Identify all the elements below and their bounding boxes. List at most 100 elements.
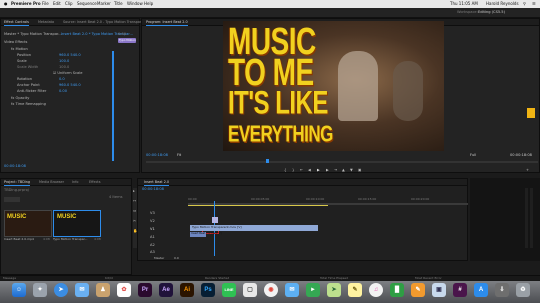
timeline-clip-v1[interactable]: Typo Motion Transparent.mov [V] <box>190 225 318 231</box>
fx-motion[interactable]: fx Motion <box>11 47 28 52</box>
timeline-timecode[interactable]: 00:00:18:08 <box>142 187 164 192</box>
ec-timecode[interactable]: 00:00:18:08 <box>4 164 26 169</box>
track-v1[interactable]: V1 <box>150 227 155 232</box>
add-button-icon[interactable]: + <box>526 168 529 173</box>
row-anchor-value[interactable]: 960.0 540.0 <box>59 83 81 88</box>
fx-opacity[interactable]: fx Opacity <box>11 96 29 101</box>
after-effects-icon[interactable]: Ae <box>159 283 173 297</box>
razor-tool-icon[interactable]: ✂ <box>133 219 136 224</box>
facetime-icon[interactable]: ► <box>306 283 320 297</box>
app-menu[interactable]: Premiere Pro <box>11 2 41 6</box>
apple-icon[interactable]: ● <box>4 2 8 6</box>
row-scale-width-value[interactable]: 100.0 <box>59 65 69 70</box>
tab-info[interactable]: Info <box>72 180 78 184</box>
list-icon[interactable]: ☰ <box>532 2 536 6</box>
ec-playhead[interactable] <box>112 51 114 161</box>
tab-effect-controls[interactable]: Effect Controls <box>4 20 29 26</box>
work-area-bar[interactable] <box>188 205 328 206</box>
project-search-input[interactable] <box>4 197 20 202</box>
launchpad-icon[interactable]: ✦ <box>33 283 47 297</box>
menu-user[interactable]: Harold Reynolds <box>486 2 519 6</box>
illustrator-icon[interactable]: Ai <box>180 283 194 297</box>
camera-icon[interactable]: ▣ <box>358 168 361 173</box>
menu-window[interactable]: Window <box>127 2 143 6</box>
play-icon[interactable]: ▶ <box>317 168 320 173</box>
go-to-out-icon[interactable]: ⇥ <box>334 168 337 173</box>
row-rotation-value[interactable]: 0.0 <box>59 77 65 82</box>
contacts-icon[interactable]: ♟ <box>96 283 110 297</box>
safari-icon[interactable]: ➤ <box>54 283 68 297</box>
pages-icon[interactable]: ✎ <box>411 283 425 297</box>
ripple-tool-icon[interactable]: ⇔ <box>133 209 136 214</box>
tab-timeline[interactable]: Insert Beat 2.0 <box>144 180 170 186</box>
program-timecode-left[interactable]: 00:00:18:08 <box>146 153 168 158</box>
bin-label-1[interactable]: Insert Beat 2.0.mp4 <box>4 238 34 241</box>
photos-icon[interactable]: ✿ <box>117 283 131 297</box>
bin-thumb-2[interactable]: MUSIC <box>53 210 101 237</box>
tab-project[interactable]: Project: TBDing <box>4 180 31 186</box>
program-playhead[interactable] <box>266 159 269 163</box>
track-a1[interactable]: A1 <box>150 235 155 240</box>
menu-file[interactable]: File <box>42 2 49 6</box>
chrome-icon[interactable]: ◉ <box>264 283 278 297</box>
step-back-icon[interactable]: ◀ <box>308 168 311 173</box>
tab-program[interactable]: Program: Insert Beat 2.0 <box>146 20 188 26</box>
program-video-frame[interactable]: MUSIC TO ME IT'S LIKE EVERYTHING <box>223 21 444 151</box>
downloads-icon[interactable]: ⇩ <box>495 283 509 297</box>
search-icon[interactable]: ⚲ <box>523 2 526 6</box>
notes-icon[interactable]: ✎ <box>348 283 362 297</box>
master-value[interactable]: 0.0 <box>174 257 179 260</box>
menu-title[interactable]: Title <box>114 2 123 6</box>
selection-tool-icon[interactable]: ▸ <box>133 189 135 194</box>
slack-icon[interactable]: # <box>453 283 467 297</box>
go-to-in-icon[interactable]: ⇤ <box>300 168 303 173</box>
menu-marker[interactable]: Marker <box>97 2 111 6</box>
calendar-icon[interactable]: ▢ <box>243 283 257 297</box>
trash-icon[interactable]: ♻ <box>516 283 530 297</box>
track-v3[interactable]: V3 <box>150 211 155 216</box>
timeline-clip-small[interactable] <box>212 217 218 223</box>
tab-metadata[interactable]: Metadata <box>38 20 54 24</box>
row-position-value[interactable]: 960.0 540.0 <box>59 53 81 58</box>
track-a3[interactable]: A3 <box>150 250 155 255</box>
tab-source[interactable]: Source: Insert Beat 2.0 - Typo Motion Tr… <box>63 20 147 24</box>
bin-thumb-1[interactable]: MUSIC <box>4 210 52 237</box>
timeline-clip-v1-2[interactable]: Insert Beat 2.0.mp4 [V] <box>190 232 221 237</box>
line-icon[interactable]: LINE <box>222 283 236 297</box>
uniform-scale-checkbox[interactable]: ☑ Uniform Scale <box>53 71 82 76</box>
menu-sequence[interactable]: Sequence <box>77 2 97 6</box>
tab-media-browser[interactable]: Media Browser <box>39 180 64 184</box>
step-forward-icon[interactable]: ▶ <box>326 168 329 173</box>
itunes-icon[interactable]: ♫ <box>369 283 383 297</box>
mail-icon[interactable]: ✉ <box>75 283 89 297</box>
menu-help[interactable]: Help <box>144 2 153 6</box>
extract-icon[interactable]: ▼ <box>350 168 353 173</box>
row-antiflicker-value[interactable]: 0.00 <box>59 89 67 94</box>
messages-icon[interactable]: ✉ <box>285 283 299 297</box>
finder-icon[interactable]: ☺ <box>12 283 26 297</box>
menu-clip[interactable]: Clip <box>65 2 73 6</box>
app-store-icon[interactable]: A <box>474 283 488 297</box>
color-swatch[interactable] <box>527 108 535 118</box>
mark-in-icon[interactable]: { <box>284 168 286 173</box>
menu-edit[interactable]: Edit <box>53 2 61 6</box>
numbers-icon[interactable]: █ <box>390 283 404 297</box>
track-select-tool-icon[interactable]: ↦ <box>133 199 136 204</box>
program-scrubber[interactable] <box>146 161 538 163</box>
ec-clip-bar[interactable]: Typo Motion <box>118 38 136 43</box>
premiere-icon[interactable]: Pr <box>138 283 152 297</box>
maps-icon[interactable]: ➤ <box>327 283 341 297</box>
photoshop-icon[interactable]: Ps <box>201 283 215 297</box>
workspace-select[interactable]: Editing (CS5.5) <box>478 10 505 15</box>
preview-icon[interactable]: ▣ <box>432 283 446 297</box>
resolution-dropdown[interactable]: Full <box>470 153 476 158</box>
menu-clock[interactable]: Thu 11:05 AM <box>450 2 478 6</box>
track-a2[interactable]: A2 <box>150 243 155 248</box>
fit-dropdown[interactable]: Fit <box>177 153 181 158</box>
bin-label-2[interactable]: Typo Motion Transpar... <box>53 238 87 241</box>
fx-time-remapping[interactable]: fx Time Remapping <box>11 102 46 107</box>
mark-out-icon[interactable]: } <box>292 168 294 173</box>
row-scale-value[interactable]: 100.0 <box>59 59 69 64</box>
tab-effects[interactable]: Effects <box>89 180 101 184</box>
track-v2[interactable]: V2 <box>150 219 155 224</box>
